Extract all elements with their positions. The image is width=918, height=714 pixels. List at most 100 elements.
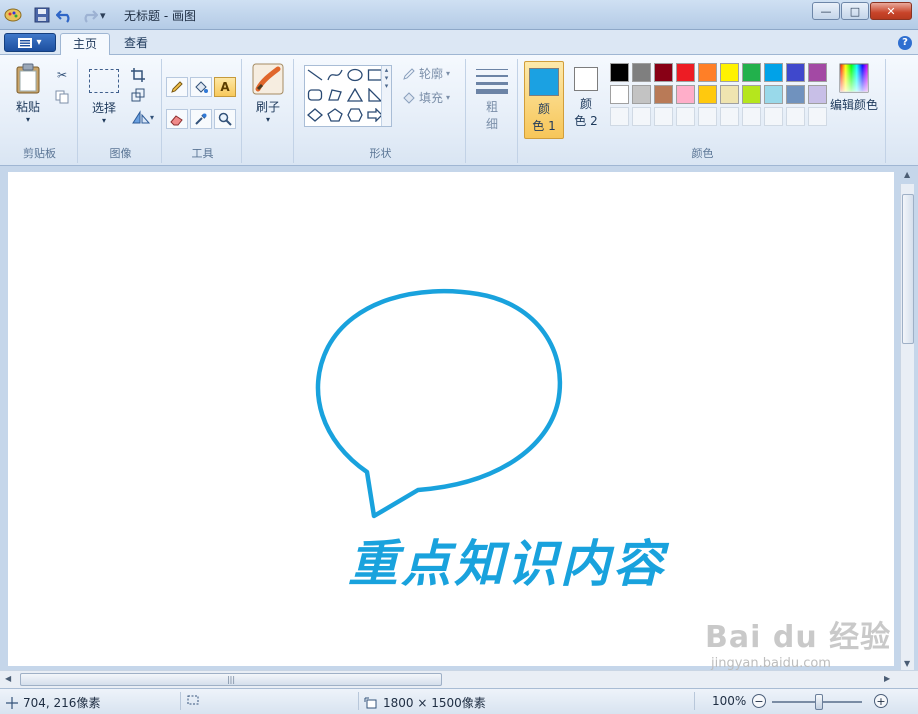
pentagon-shape-icon[interactable] [325, 106, 345, 124]
color-swatch[interactable] [654, 85, 673, 104]
color-swatch[interactable] [720, 85, 739, 104]
title-bar: ▾ 无标题 - 画图 — □ ✕ [0, 0, 918, 30]
horizontal-scrollbar[interactable]: ◀ ||| ▶ [0, 670, 918, 688]
redo-icon[interactable] [80, 6, 98, 24]
color-swatch[interactable] [676, 63, 695, 82]
color-swatch[interactable] [654, 63, 673, 82]
color-swatch[interactable] [808, 63, 827, 82]
color-swatch[interactable] [676, 85, 695, 104]
zoom-slider-thumb[interactable] [815, 694, 823, 710]
color2-button[interactable]: 颜 色 2 [568, 67, 604, 129]
zoom-level: 100% [712, 694, 746, 708]
shapes-gallery-scroll[interactable]: ▴ ▾ ▾ [381, 66, 391, 126]
scroll-right-icon[interactable]: ▶ [884, 674, 890, 683]
horizontal-scroll-thumb[interactable]: ||| [20, 673, 442, 686]
diamond-shape-icon[interactable] [305, 106, 325, 124]
color2-label-line2: 色 2 [574, 114, 598, 128]
fill-button[interactable]: 填充 ▾ [402, 89, 450, 106]
rotate-icon[interactable]: ▾ [128, 107, 158, 127]
color-picker-icon[interactable] [190, 109, 212, 129]
maximize-button[interactable]: □ [841, 2, 869, 20]
outline-button[interactable]: 轮廓 ▾ [402, 65, 450, 82]
custom-color-slot[interactable] [764, 107, 783, 126]
vertical-scrollbar[interactable]: ▲ ▼ [900, 170, 914, 670]
scroll-up-icon[interactable]: ▲ [904, 170, 910, 179]
zoom-in-icon[interactable]: + [874, 694, 888, 708]
polygon-shape-icon[interactable] [325, 86, 345, 104]
drawing-canvas[interactable]: 重点知识内容 [8, 172, 894, 666]
color-swatch[interactable] [764, 85, 783, 104]
custom-color-slot[interactable] [698, 107, 717, 126]
color-swatch[interactable] [742, 63, 761, 82]
color-swatch[interactable] [808, 85, 827, 104]
color-swatch[interactable] [786, 85, 805, 104]
colors-group: 颜 色 1 颜 色 2 编辑颜色 颜色 [520, 59, 886, 163]
color-swatch[interactable] [632, 63, 651, 82]
size-button[interactable]: 粗 细 [474, 67, 510, 132]
line-shape-icon[interactable] [305, 66, 325, 84]
paint-menu-button[interactable]: ▾ [4, 33, 56, 52]
paste-button[interactable]: 粘贴 ▾ [8, 63, 48, 124]
magnifier-icon[interactable] [214, 109, 236, 129]
color-swatch[interactable] [698, 63, 717, 82]
shapes-group-label: 形状 [369, 147, 392, 160]
save-icon[interactable] [34, 6, 50, 24]
custom-color-slot[interactable] [676, 107, 695, 126]
close-button[interactable]: ✕ [870, 2, 912, 20]
cursor-position: 704, 216像素 [6, 694, 100, 711]
triangle-shape-icon[interactable] [345, 86, 365, 104]
custom-color-slot[interactable] [632, 107, 651, 126]
custom-color-slot[interactable] [720, 107, 739, 126]
crop-icon[interactable] [128, 65, 148, 85]
paint-app-icon[interactable] [4, 6, 22, 24]
status-divider [694, 692, 695, 710]
color1-button[interactable]: 颜 色 1 [524, 61, 564, 139]
color-swatch[interactable] [764, 63, 783, 82]
zoom-out-button[interactable]: − [752, 694, 766, 708]
cut-icon[interactable]: ✂ [52, 65, 72, 85]
zoom-out-icon[interactable]: − [752, 694, 766, 708]
select-button[interactable]: 选择 ▾ [86, 69, 122, 125]
eraser-icon[interactable] [166, 109, 188, 129]
undo-icon[interactable] [56, 6, 74, 24]
fill-bucket-icon[interactable] [190, 77, 212, 97]
custom-color-slot[interactable] [610, 107, 629, 126]
color-swatch[interactable] [742, 85, 761, 104]
help-icon[interactable]: ? [898, 36, 912, 50]
minimize-button[interactable]: — [812, 2, 840, 20]
color-swatch[interactable] [610, 63, 629, 82]
curve-shape-icon[interactable] [325, 66, 345, 84]
pencil-icon[interactable] [166, 77, 188, 97]
scroll-down-icon[interactable]: ▼ [904, 659, 910, 668]
quick-access-dropdown[interactable]: ▾ [100, 6, 106, 24]
color-swatch[interactable] [720, 63, 739, 82]
custom-color-slot[interactable] [654, 107, 673, 126]
color-swatch[interactable] [610, 85, 629, 104]
brushes-group: 刷子 ▾ [244, 59, 294, 163]
rounded-rectangle-shape-icon[interactable] [305, 86, 325, 104]
selection-size-icon [187, 695, 199, 705]
zoom-in-button[interactable]: + [874, 694, 888, 708]
oval-shape-icon[interactable] [345, 66, 365, 84]
color-swatch[interactable] [698, 85, 717, 104]
vertical-scroll-thumb[interactable] [902, 194, 914, 344]
tab-home[interactable]: 主页 [60, 33, 111, 55]
chevron-down-icon: ▾ [36, 37, 42, 48]
copy-icon[interactable] [52, 87, 72, 107]
resize-icon[interactable] [128, 85, 148, 105]
text-tool-icon[interactable]: A [214, 77, 236, 97]
color-swatch[interactable] [632, 85, 651, 104]
chevron-down-icon: ▾ [25, 115, 30, 124]
brushes-button[interactable]: 刷子 ▾ [248, 63, 288, 124]
custom-color-slot[interactable] [786, 107, 805, 126]
size-label-line2: 细 [485, 117, 498, 131]
color2-swatch [574, 67, 598, 91]
edit-colors-button[interactable]: 编辑颜色 [826, 63, 882, 113]
hexagon-shape-icon[interactable] [345, 106, 365, 124]
tab-view[interactable]: 查看 [112, 33, 160, 55]
custom-color-slot[interactable] [742, 107, 761, 126]
canvas-text[interactable]: 重点知识内容 [348, 524, 666, 596]
color-swatch[interactable] [786, 63, 805, 82]
scroll-left-icon[interactable]: ◀ [5, 674, 11, 683]
custom-color-slot[interactable] [808, 107, 827, 126]
